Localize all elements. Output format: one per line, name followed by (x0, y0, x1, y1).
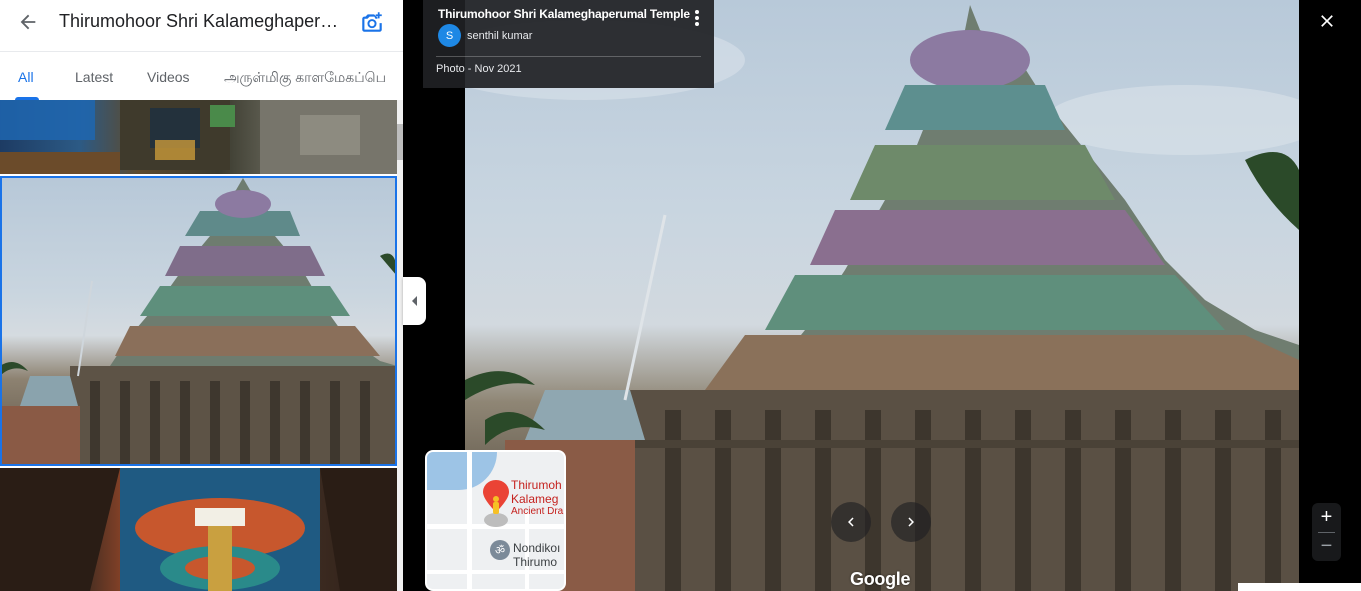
author-avatar[interactable]: S (438, 24, 461, 47)
close-button[interactable] (1313, 7, 1341, 35)
info-divider (436, 56, 701, 57)
mini-map[interactable]: Thirumoh Kalameg Ancient Dra ॐ Nondikoı … (425, 450, 566, 591)
chevron-left-icon (848, 517, 854, 527)
map-pin-icon (483, 480, 509, 535)
map-place-category: Ancient Dra (511, 506, 564, 517)
temple-tower-photo (465, 5, 1299, 591)
place-title: Thirumohoor Shri Kalameghaper… (59, 11, 339, 31)
temple-tower-image (0, 178, 397, 466)
ceiling-mural-image (0, 468, 397, 591)
photo-thumbnail-selected[interactable] (0, 176, 397, 466)
temple-poi-icon: ॐ (490, 540, 510, 560)
author-name[interactable]: senthil kumar (467, 30, 532, 42)
google-watermark: Google (850, 569, 911, 589)
panel-header: Thirumohoor Shri Kalameghaper… (0, 0, 403, 52)
photo-thumbnail[interactable] (0, 468, 397, 591)
close-icon (1321, 15, 1333, 27)
collapse-left-icon (411, 296, 417, 306)
tab-latest[interactable]: Latest (75, 69, 113, 85)
bottom-right-strip (1238, 583, 1361, 591)
tab-videos[interactable]: Videos (147, 69, 190, 85)
zoom-control: + − (1312, 503, 1341, 561)
photo-tabs: All Latest Videos அருள்மிகு காளமேகப்பெ (0, 52, 403, 100)
photo-side-panel: Thirumohoor Shri Kalameghaper… All Lates… (0, 0, 403, 591)
photo-info-card: Thirumohoor Shri Kalameghaperumal Temple… (423, 0, 714, 88)
street-view-icon (493, 496, 499, 502)
next-photo-button[interactable] (891, 502, 931, 542)
photo-thumbnail[interactable] (0, 100, 397, 174)
zoom-in-button[interactable]: + (1312, 503, 1341, 532)
tab-all[interactable]: All (18, 69, 34, 85)
arrow-left-icon (20, 14, 36, 30)
previous-photo-button[interactable] (831, 502, 871, 542)
shrine-interior-image (0, 100, 397, 174)
add-photo-icon (362, 12, 382, 32)
map-road (427, 570, 564, 574)
add-photo-button[interactable] (358, 8, 386, 36)
more-vertical-icon (695, 10, 699, 14)
back-button[interactable] (14, 8, 42, 36)
photo-place-title[interactable]: Thirumohoor Shri Kalameghaperumal Temple (438, 7, 690, 21)
map-place-name: Thirumoh Kalameg (511, 478, 562, 506)
zoom-out-button[interactable]: − (1312, 532, 1341, 561)
more-options-button[interactable] (689, 8, 705, 28)
tab-tamil-name[interactable]: அருள்மிகு காளமேகப்பெ (224, 69, 386, 88)
photo-date: Photo - Nov 2021 (436, 63, 522, 75)
main-photo[interactable] (465, 0, 1299, 591)
photo-gallery (0, 100, 397, 591)
chevron-right-icon (908, 517, 914, 527)
map-poi-name: Nondikoı Thirumo (513, 541, 561, 569)
collapse-panel-button[interactable] (403, 277, 426, 325)
